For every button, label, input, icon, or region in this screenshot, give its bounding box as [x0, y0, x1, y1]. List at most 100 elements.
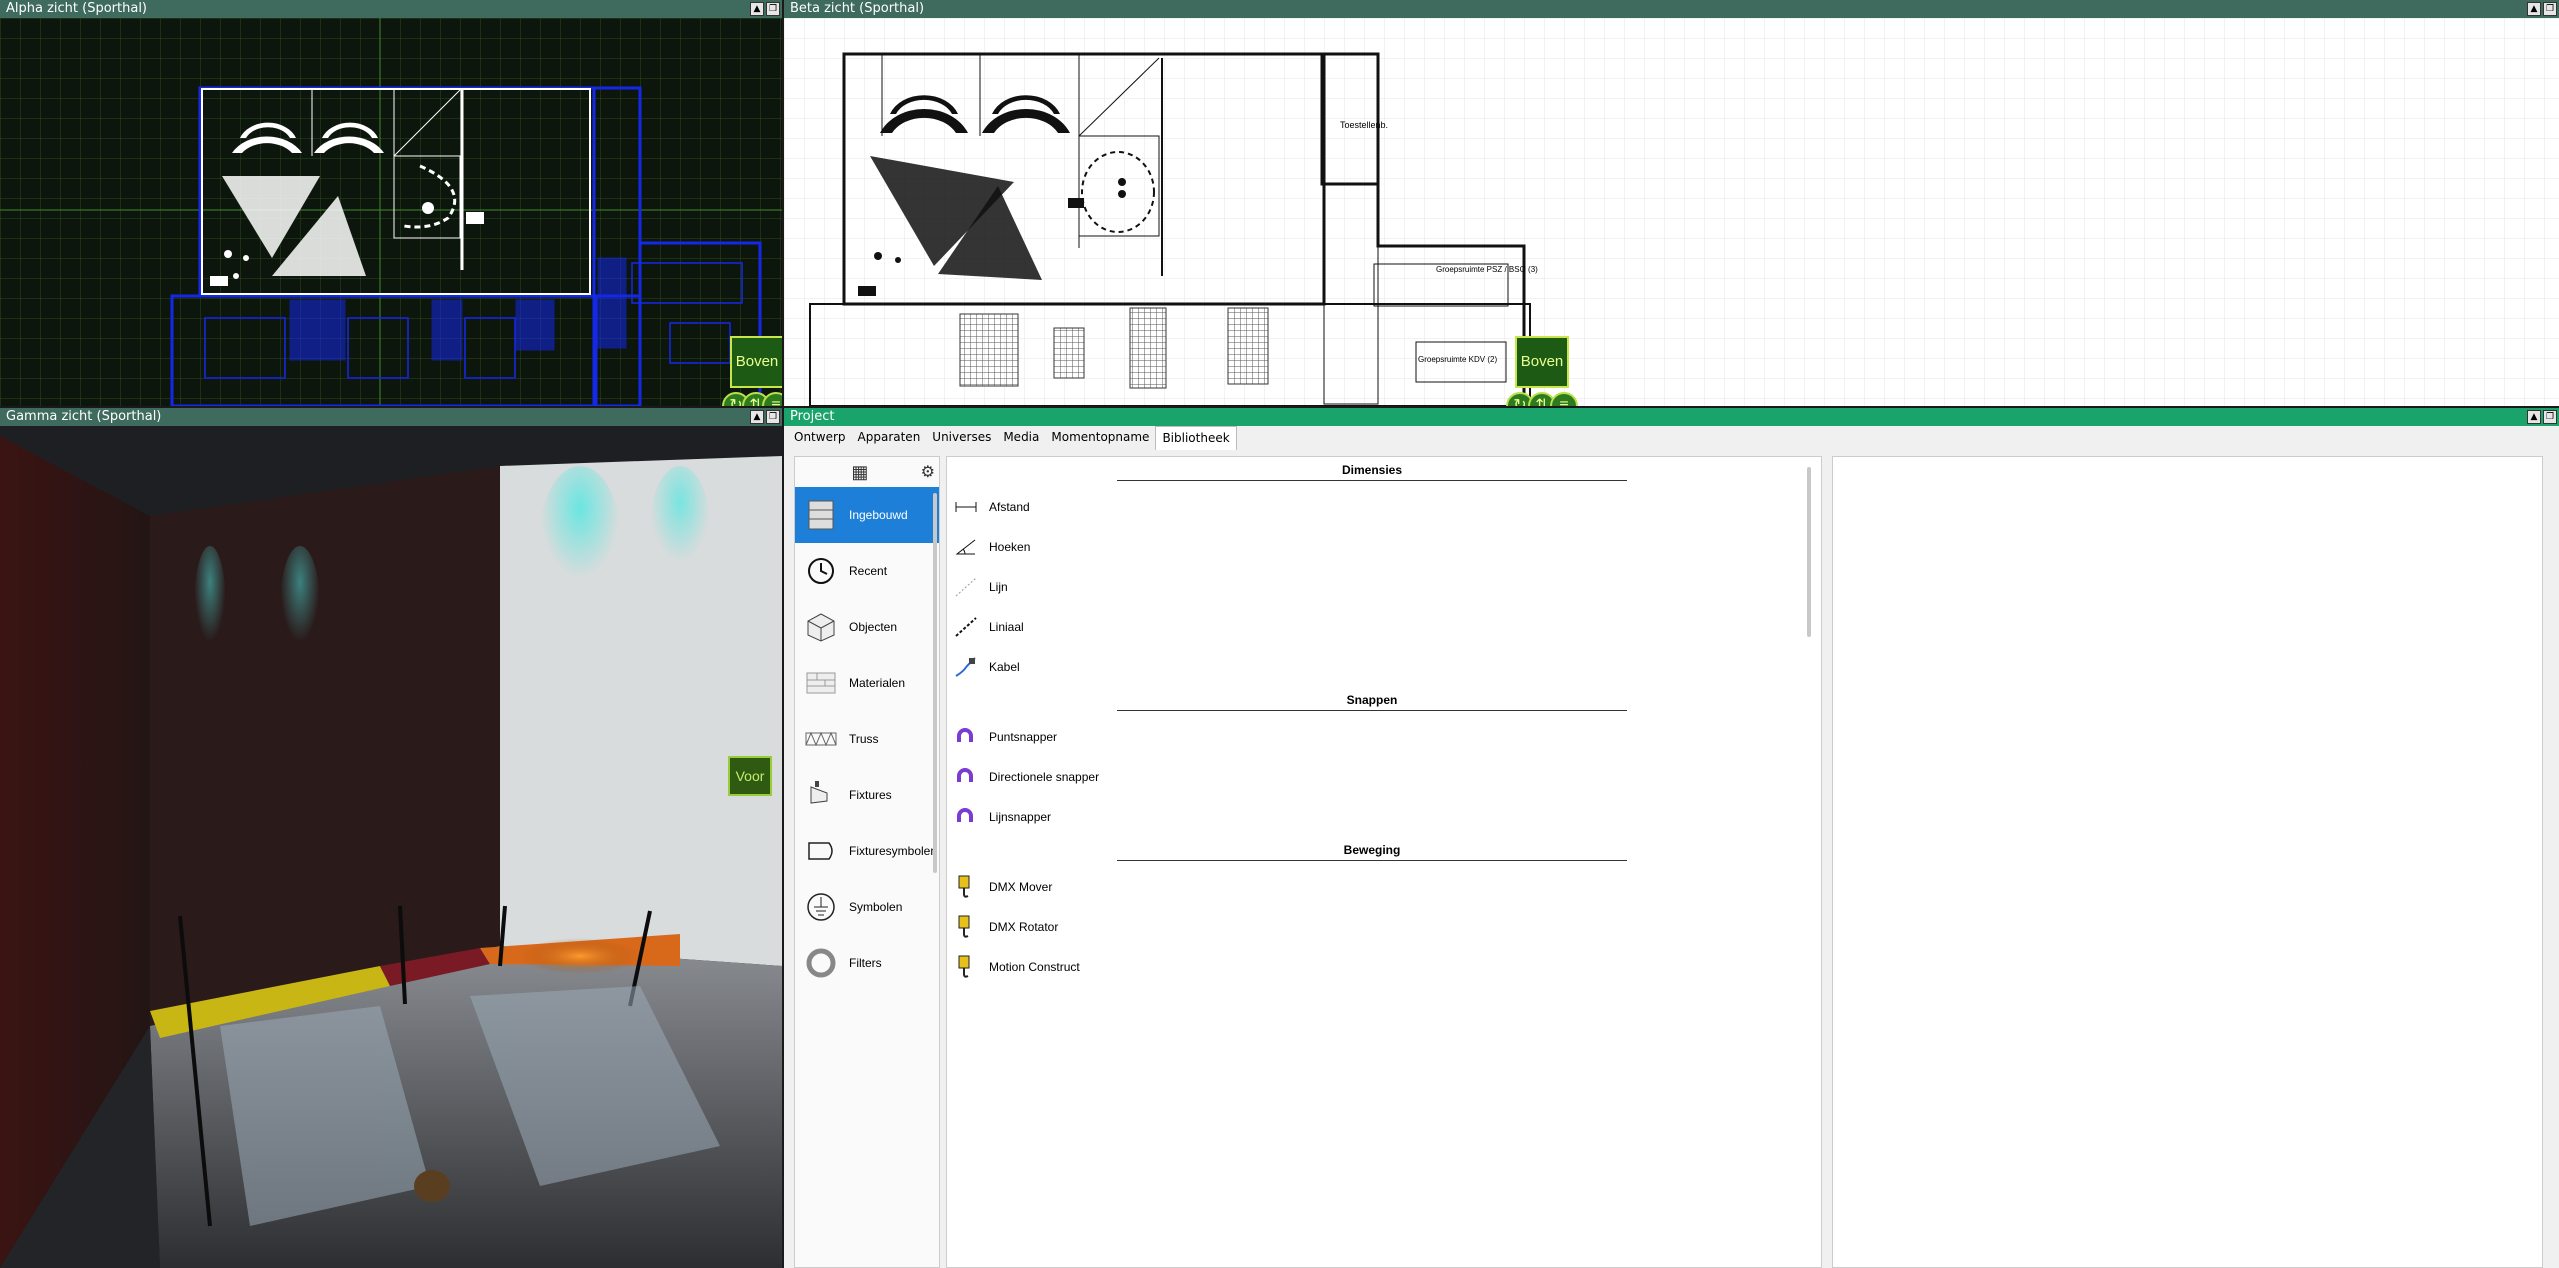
library-item-label: Motion Construct: [989, 960, 1080, 974]
fixture-symbol-icon: [803, 833, 839, 869]
library-item-lijnsnapper[interactable]: Lijnsnapper: [947, 797, 1821, 837]
library-scrollbar[interactable]: [1807, 467, 1811, 637]
library-folder-icon[interactable]: ▦: [851, 462, 868, 483]
library-item-puntsnapper[interactable]: Puntsnapper: [947, 717, 1821, 757]
category-materialen[interactable]: Materialen: [795, 655, 939, 711]
maximize-icon[interactable]: ▲: [750, 410, 764, 424]
cube-icon: [803, 609, 839, 645]
beta-view-orientation-button[interactable]: Boven: [1515, 336, 1569, 388]
category-scrollbar[interactable]: [933, 493, 937, 873]
magnet-icon: [953, 764, 979, 790]
truss-icon: [803, 721, 839, 757]
category-label: Symbolen: [849, 900, 903, 914]
spotlight-icon: [803, 777, 839, 813]
brick-icon: [803, 665, 839, 701]
cabinet-icon: [803, 497, 839, 533]
tab-universes[interactable]: Universes: [926, 426, 997, 450]
alpha-view-orientation-button[interactable]: Boven: [730, 336, 782, 388]
library-item-lijn[interactable]: Lijn: [947, 567, 1821, 607]
gamma-view-cube-button[interactable]: Voor: [728, 756, 772, 796]
library-item-afstand[interactable]: Afstand: [947, 487, 1821, 527]
filter-icon: [803, 945, 839, 981]
library-item-label: Kabel: [989, 660, 1020, 674]
magnet-icon: [953, 804, 979, 830]
ruler-icon: [953, 614, 979, 640]
project-titlebar[interactable]: Project ▲ ❐: [784, 408, 2559, 426]
alpha-viewport[interactable]: Boven ↻ ⇅ ≡: [0, 18, 782, 406]
alpha-view-title: Alpha zicht (Sporthal): [6, 1, 148, 16]
category-list: ▦ ⚙ Ingebouwd Recent Objecten Materialen: [794, 456, 940, 1268]
tab-apparaten[interactable]: Apparaten: [852, 426, 927, 450]
clock-icon: [803, 553, 839, 589]
alpha-view-titlebar[interactable]: Alpha zicht (Sporthal) ▲ ❐: [0, 0, 782, 18]
category-symbolen[interactable]: Symbolen: [795, 879, 939, 935]
hoist-icon: [953, 954, 979, 980]
category-label: Materialen: [849, 676, 906, 690]
library-item-label: Liniaal: [989, 620, 1024, 634]
maximize-icon[interactable]: ▲: [2527, 410, 2541, 424]
restore-icon[interactable]: ❐: [2543, 2, 2557, 16]
beta-viewport[interactable]: Toestellenb. Groepsruimte PSZ / BSO (3) …: [784, 18, 2559, 406]
beta-room-label-psz: Groepsruimte PSZ / BSO (3): [1436, 265, 1538, 274]
library-item-label: Lijn: [989, 580, 1008, 594]
category-toolbar: ▦ ⚙: [795, 457, 939, 487]
category-objecten[interactable]: Objecten: [795, 599, 939, 655]
restore-icon[interactable]: ❐: [766, 2, 780, 16]
category-label: Fixturesymbolen: [849, 844, 938, 858]
library-item-liniaal[interactable]: Liniaal: [947, 607, 1821, 647]
gamma-view-title: Gamma zicht (Sporthal): [6, 409, 162, 424]
gear-icon[interactable]: ⚙: [921, 462, 935, 482]
category-label: Recent: [849, 564, 888, 578]
library-item-hoeken[interactable]: Hoeken: [947, 527, 1821, 567]
category-recent[interactable]: Recent: [795, 543, 939, 599]
restore-icon[interactable]: ❐: [2543, 410, 2557, 424]
angle-icon: [953, 534, 979, 560]
distance-icon: [953, 494, 979, 520]
category-fixturesymbolen[interactable]: Fixturesymbolen: [795, 823, 939, 879]
maximize-icon[interactable]: ▲: [2527, 2, 2541, 16]
library-item-kabel[interactable]: Kabel: [947, 647, 1821, 687]
tab-ontwerp[interactable]: Ontwerp: [788, 426, 852, 450]
section-title-beweging: Beweging: [1117, 837, 1627, 861]
category-label: Fixtures: [849, 788, 892, 802]
library-item-label: DMX Rotator: [989, 920, 1059, 934]
library-item-label: Lijnsnapper: [989, 810, 1052, 824]
library-item-dmx-rotator[interactable]: DMX Rotator: [947, 907, 1821, 947]
library-body: ▦ ⚙ Ingebouwd Recent Objecten Materialen: [784, 450, 2559, 1268]
tab-momentopname[interactable]: Momentopname: [1045, 426, 1155, 450]
library-item-dmx-mover[interactable]: DMX Mover: [947, 867, 1821, 907]
category-filters[interactable]: Filters: [795, 935, 939, 991]
library-item-label: Afstand: [989, 500, 1030, 514]
library-item-label: Puntsnapper: [989, 730, 1058, 744]
gamma-view-titlebar[interactable]: Gamma zicht (Sporthal) ▲ ❐: [0, 408, 782, 426]
maximize-icon[interactable]: ▲: [750, 2, 764, 16]
category-label: Truss: [849, 732, 879, 746]
category-fixtures[interactable]: Fixtures: [795, 767, 939, 823]
gamma-3d-viewport[interactable]: Voor: [0, 426, 782, 1268]
category-ingebouwd[interactable]: Ingebouwd: [795, 487, 939, 543]
section-title-snappen: Snappen: [1117, 687, 1627, 711]
magnet-icon: [953, 724, 979, 750]
restore-icon[interactable]: ❐: [766, 410, 780, 424]
beta-view-pane: Beta zicht (Sporthal) ▲ ❐ Toestellenb. G…: [784, 0, 2559, 406]
beta-view-title: Beta zicht (Sporthal): [790, 1, 925, 16]
tab-bibliotheek[interactable]: Bibliotheek: [1155, 426, 1237, 450]
project-tabs: Ontwerp Apparaten Universes Media Moment…: [784, 426, 2559, 450]
section-title-dimensies: Dimensies: [1117, 457, 1627, 481]
beta-view-titlebar[interactable]: Beta zicht (Sporthal) ▲ ❐: [784, 0, 2559, 18]
library-item-motion-construct[interactable]: Motion Construct: [947, 947, 1821, 987]
alpha-view-pane: Alpha zicht (Sporthal) ▲ ❐ Boven ↻ ⇅ ≡: [0, 0, 782, 406]
hoist-icon: [953, 874, 979, 900]
project-panel: Project ▲ ❐ Ontwerp Apparaten Universes …: [784, 408, 2559, 1268]
line-icon: [953, 574, 979, 600]
beta-room-label-kdv: Groepsruimte KDV (2): [1418, 355, 1497, 364]
beta-room-label-toestellen: Toestellenb.: [1340, 120, 1388, 130]
tab-media[interactable]: Media: [997, 426, 1045, 450]
library-item-label: Directionele snapper: [989, 770, 1100, 784]
library-item-label: DMX Mover: [989, 880, 1053, 894]
gamma-3d-scene: [0, 426, 782, 1268]
library-item-directionele-snapper[interactable]: Directionele snapper: [947, 757, 1821, 797]
category-truss[interactable]: Truss: [795, 711, 939, 767]
gamma-view-cube-label: Voor: [735, 768, 765, 784]
category-label: Objecten: [849, 620, 898, 634]
